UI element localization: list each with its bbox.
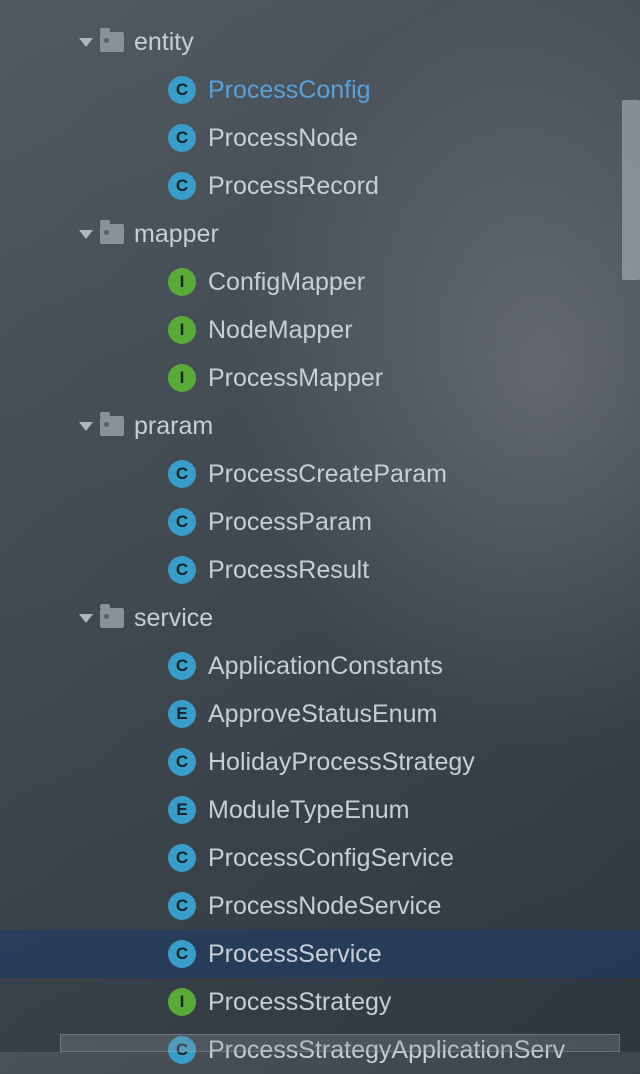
- tree-item-label: ProcessRecord: [208, 172, 379, 201]
- tree-item-label: ProcessNodeService: [208, 892, 441, 921]
- tree-item-label: entity: [134, 28, 194, 57]
- project-tree: entity C ProcessConfig C ProcessNode C Process…: [0, 0, 640, 1074]
- folder-icon: [100, 416, 124, 436]
- expand-icon[interactable]: [78, 226, 94, 242]
- class-badge-icon: C: [168, 76, 196, 104]
- tree-row-file-processrecord[interactable]: C ProcessRecord: [0, 162, 640, 210]
- tree-row-file-nodemapper[interactable]: I NodeMapper: [0, 306, 640, 354]
- tree-row-file-processservice[interactable]: C ProcessService: [0, 930, 640, 978]
- folder-icon: [100, 608, 124, 628]
- interface-badge-icon: I: [168, 988, 196, 1016]
- tree-item-label: HolidayProcessStrategy: [208, 748, 475, 777]
- tree-row-folder-entity[interactable]: entity: [0, 18, 640, 66]
- tree-row-file-processparam[interactable]: C ProcessParam: [0, 498, 640, 546]
- expand-icon[interactable]: [78, 418, 94, 434]
- bottom-bar: [60, 1034, 620, 1052]
- class-badge-icon: C: [168, 508, 196, 536]
- tree-item-label: ProcessConfig: [208, 76, 371, 105]
- tree-row-file-processconfigservice[interactable]: C ProcessConfigService: [0, 834, 640, 882]
- tree-row-file-processresult[interactable]: C ProcessResult: [0, 546, 640, 594]
- expand-icon[interactable]: [78, 610, 94, 626]
- class-badge-icon: C: [168, 844, 196, 872]
- scrollbar[interactable]: [622, 100, 640, 280]
- tree-row-file-processmapper[interactable]: I ProcessMapper: [0, 354, 640, 402]
- tree-row-file-approvestatusenum[interactable]: E ApproveStatusEnum: [0, 690, 640, 738]
- class-badge-icon: C: [168, 748, 196, 776]
- tree-item-label: ApplicationConstants: [208, 652, 443, 681]
- tree-row-file-applicationconstants[interactable]: C ApplicationConstants: [0, 642, 640, 690]
- folder-icon: [100, 224, 124, 244]
- tree-row-file-processcreateparam[interactable]: C ProcessCreateParam: [0, 450, 640, 498]
- tree-item-label: praram: [134, 412, 213, 441]
- tree-row-folder-service[interactable]: service: [0, 594, 640, 642]
- class-badge-icon: C: [168, 124, 196, 152]
- tree-row-folder-mapper[interactable]: mapper: [0, 210, 640, 258]
- tree-item-label: ProcessNode: [208, 124, 358, 153]
- class-badge-icon: C: [168, 652, 196, 680]
- tree-item-label: service: [134, 604, 213, 633]
- tree-item-label: ProcessParam: [208, 508, 372, 537]
- class-badge-icon: C: [168, 892, 196, 920]
- class-badge-icon: C: [168, 172, 196, 200]
- interface-badge-icon: I: [168, 364, 196, 392]
- enum-badge-icon: E: [168, 796, 196, 824]
- tree-item-label: ProcessMapper: [208, 364, 383, 393]
- tree-item-label: mapper: [134, 220, 219, 249]
- class-badge-icon: C: [168, 460, 196, 488]
- expand-icon[interactable]: [78, 34, 94, 50]
- class-badge-icon: C: [168, 556, 196, 584]
- tree-item-label: NodeMapper: [208, 316, 353, 345]
- tree-row-file-processstrategy[interactable]: I ProcessStrategy: [0, 978, 640, 1026]
- tree-item-label: ProcessResult: [208, 556, 369, 585]
- tree-item-label: ProcessStrategy: [208, 988, 391, 1017]
- interface-badge-icon: I: [168, 316, 196, 344]
- tree-row-file-configmapper[interactable]: I ConfigMapper: [0, 258, 640, 306]
- enum-badge-icon: E: [168, 700, 196, 728]
- tree-row-file-moduletypeenum[interactable]: E ModuleTypeEnum: [0, 786, 640, 834]
- tree-item-label: ConfigMapper: [208, 268, 365, 297]
- tree-row-file-holidayprocessstrategy[interactable]: C HolidayProcessStrategy: [0, 738, 640, 786]
- tree-item-label: ProcessConfigService: [208, 844, 454, 873]
- tree-row-folder-praram[interactable]: praram: [0, 402, 640, 450]
- tree-row-file-processconfig[interactable]: C ProcessConfig: [0, 66, 640, 114]
- interface-badge-icon: I: [168, 268, 196, 296]
- tree-item-label: ModuleTypeEnum: [208, 796, 410, 825]
- tree-row-file-processnodeservice[interactable]: C ProcessNodeService: [0, 882, 640, 930]
- tree-row-file-processnode[interactable]: C ProcessNode: [0, 114, 640, 162]
- tree-item-label: ProcessService: [208, 940, 382, 969]
- class-badge-icon: C: [168, 940, 196, 968]
- tree-item-label: ProcessCreateParam: [208, 460, 447, 489]
- folder-icon: [100, 32, 124, 52]
- tree-item-label: ApproveStatusEnum: [208, 700, 437, 729]
